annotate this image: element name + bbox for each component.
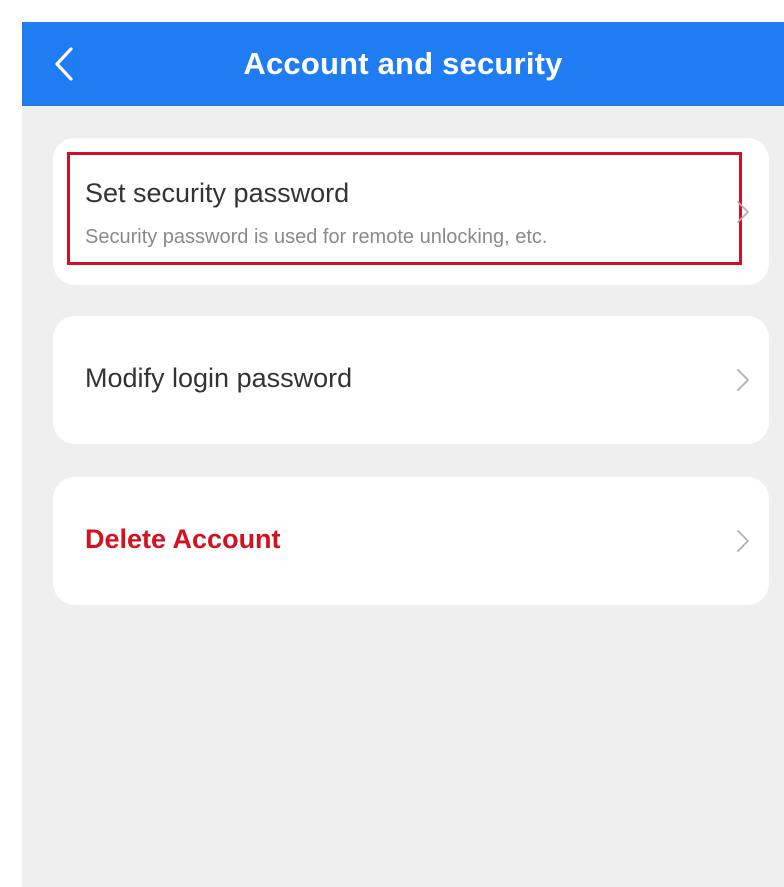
chevron-left-icon xyxy=(55,47,73,81)
set-security-password-item[interactable]: Set security password Security password … xyxy=(53,138,769,285)
delete-account-item[interactable]: Delete Account xyxy=(53,477,769,605)
page-title: Account and security xyxy=(243,46,563,81)
set-security-password-label: Set security password xyxy=(85,178,350,208)
modify-login-password-item[interactable]: Modify login password xyxy=(53,316,769,444)
chevron-right-icon xyxy=(737,369,749,391)
app-screen: Account and security Set security passwo… xyxy=(22,22,784,887)
chevron-right-icon xyxy=(737,201,749,223)
top-bar: Account and security xyxy=(22,22,784,106)
delete-account-label: Delete Account xyxy=(85,524,281,554)
chevron-right-icon xyxy=(737,530,749,552)
set-security-password-description: Security password is used for remote unl… xyxy=(85,226,548,248)
modify-login-password-label: Modify login password xyxy=(85,363,353,393)
back-button[interactable] xyxy=(42,40,86,88)
